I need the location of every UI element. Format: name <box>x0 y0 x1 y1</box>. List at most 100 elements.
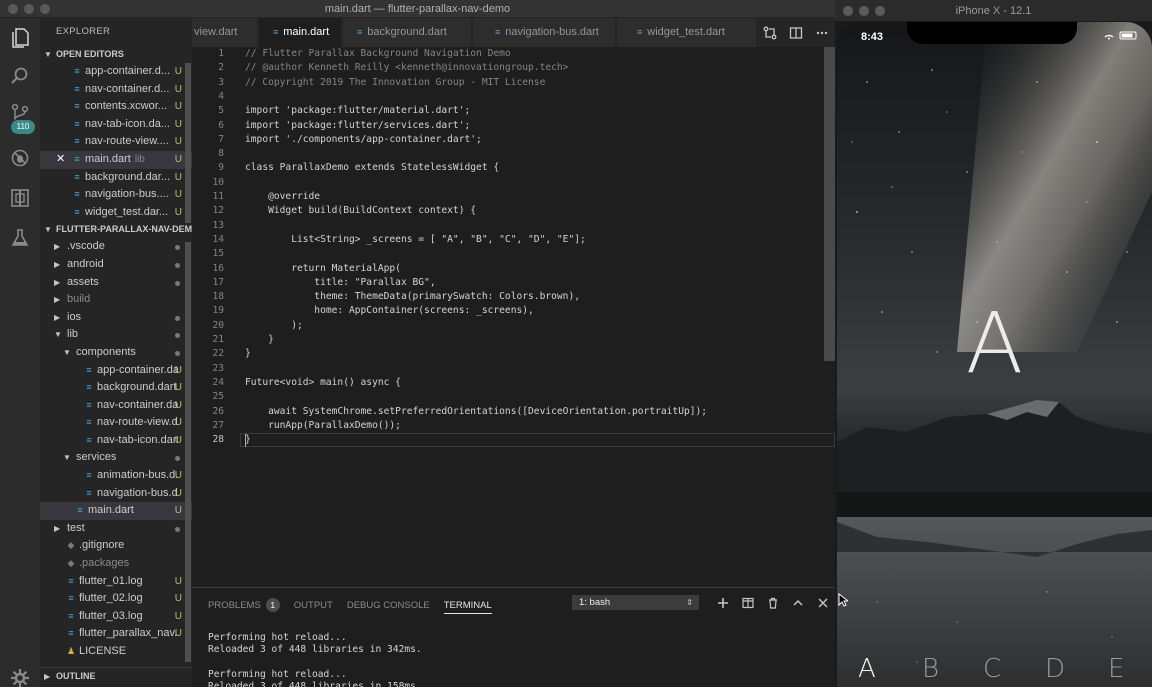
terminal-select[interactable]: 1: bash ⇕ <box>572 595 699 610</box>
code-text: } <box>245 348 251 360</box>
search-icon[interactable] <box>8 64 32 88</box>
tree-file[interactable]: ≡ flutter_02.log U <box>40 590 192 608</box>
outline-header[interactable]: ▶ OUTLINE <box>40 667 192 684</box>
tree-file[interactable]: ≡ flutter_01.log U <box>40 573 192 591</box>
chevron-right-icon: ▶ <box>54 295 61 305</box>
split-terminal-icon[interactable] <box>735 593 760 613</box>
open-editors-header[interactable]: ▼ OPEN EDITORS <box>40 46 192 63</box>
code-line: 11 @override <box>192 190 835 204</box>
tree-file[interactable]: ≡ app-container.dart U <box>40 362 192 380</box>
new-terminal-icon[interactable] <box>710 593 735 613</box>
tree-folder[interactable]: ▶ ios <box>40 309 192 327</box>
tree-file[interactable]: ≡ flutter_parallax_nav... U <box>40 625 192 643</box>
tree-folder[interactable]: ▼ services <box>40 449 192 467</box>
code-text: import 'package:flutter/material.dart'; <box>245 105 471 117</box>
file-name: app-container.d... <box>85 65 171 77</box>
flask-icon[interactable] <box>8 226 32 250</box>
nav-tab-e[interactable]: E <box>1108 654 1124 684</box>
tree-file[interactable]: ◆ .gitignore <box>40 537 192 555</box>
file-icon: ≡ <box>68 628 74 639</box>
open-editor-item[interactable]: ≡ background.dar... U <box>40 169 192 187</box>
code-line: 22} <box>192 347 835 361</box>
code-line: 4 <box>192 90 835 104</box>
nav-tab-b[interactable]: B <box>922 654 939 684</box>
tab-problems[interactable]: PROBLEMS 1 <box>208 598 280 614</box>
editor-scrollbar[interactable] <box>824 47 835 361</box>
trash-icon[interactable] <box>760 593 785 613</box>
tree-file[interactable]: ◆ .packages <box>40 555 192 573</box>
nav-tab-c[interactable]: C <box>983 654 1001 684</box>
ios-simulator: iPhone X - 12.1 8:43 A A B C D E <box>835 0 1152 687</box>
open-editor-item[interactable]: ≡ navigation-bus.... U <box>40 186 192 204</box>
tree-file[interactable]: ≡ flutter_03.log U <box>40 608 192 626</box>
file-tree-scrollbar[interactable] <box>185 242 191 662</box>
tab-view-dart[interactable]: view.dart <box>192 18 258 47</box>
open-editor-item[interactable]: ≡ widget_test.dar... U <box>40 204 192 222</box>
tree-folder[interactable]: ▶ android <box>40 256 192 274</box>
tree-file[interactable]: ≡ nav-tab-icon.dart U <box>40 432 192 450</box>
tab-background-dart[interactable]: ≡ background.dart <box>343 18 472 47</box>
extensions-icon[interactable] <box>8 186 32 210</box>
line-number: 21 <box>212 334 224 345</box>
file-name: navigation-bus.... <box>85 188 169 201</box>
tab-widget-test-dart[interactable]: ≡ widget_test.dart <box>617 18 757 47</box>
open-editor-item[interactable]: ✕ ≡ main.dart lib U <box>40 150 192 169</box>
tab-output[interactable]: OUTPUT <box>294 598 333 614</box>
tree-folder[interactable]: ▼ lib <box>40 326 192 344</box>
split-editor-icon[interactable] <box>783 18 809 47</box>
file-name: contents.xcwor... <box>85 100 167 113</box>
chevron-down-icon: ▼ <box>44 50 52 59</box>
tree-folder[interactable]: ▶ build <box>40 291 192 309</box>
project-header[interactable]: ▼ FLUTTER-PARALLAX-NAV-DEMO <box>40 221 192 238</box>
code-editor[interactable]: 1 // Flutter Parallax Background Navigati… <box>192 47 835 587</box>
tree-folder[interactable]: ▼ components <box>40 344 192 362</box>
dart-file-icon: ≡ <box>74 206 80 217</box>
dart-file-icon: ≡ <box>74 189 80 200</box>
open-editors-scrollbar[interactable] <box>185 63 191 223</box>
code-text: home: AppContainer(screens: _screens), <box>245 305 534 317</box>
line-number: 24 <box>212 376 224 388</box>
open-editor-item[interactable]: ≡ nav-container.d... U <box>40 81 192 99</box>
close-icon[interactable]: ✕ <box>56 151 65 169</box>
line-number: 18 <box>212 291 224 303</box>
tree-file[interactable]: ≡ nav-route-view.d... U <box>40 414 192 432</box>
open-editor-item[interactable]: ≡ app-container.d... U <box>40 63 192 81</box>
git-status-badge: U <box>174 434 182 446</box>
tab-terminal[interactable]: TERMINAL <box>443 598 492 614</box>
tree-folder[interactable]: ▶ .vscode <box>40 238 192 256</box>
chevron-right-icon: ▶ <box>54 259 61 269</box>
open-editor-item[interactable]: ≡ nav-tab-icon.da... U <box>40 116 192 134</box>
line-number: 22 <box>212 348 224 360</box>
tab-main-dart[interactable]: ≡ main.dart <box>259 18 342 47</box>
app-screen[interactable]: 8:43 A A B C D E <box>837 22 1152 687</box>
open-changes-icon[interactable] <box>757 18 783 47</box>
tree-folder[interactable]: ▶ assets <box>40 274 192 292</box>
tree-folder[interactable]: ▶ test <box>40 520 192 538</box>
tree-file[interactable]: ≡ main.dart U <box>40 502 192 520</box>
modified-dot <box>175 333 180 339</box>
tree-file[interactable]: ≡ animation-bus.d... U <box>40 467 192 485</box>
tree-file[interactable]: ≡ navigation-bus.d... U <box>40 485 192 503</box>
tree-file[interactable]: ≡ background.dart U <box>40 379 192 397</box>
tab-debug-console[interactable]: DEBUG CONSOLE <box>347 598 430 614</box>
line-number: 11 <box>212 191 224 202</box>
open-editor-item[interactable]: ≡ contents.xcwor... U <box>40 98 192 116</box>
debug-icon[interactable] <box>8 146 32 170</box>
open-editor-item[interactable]: ≡ nav-route-view.... U <box>40 133 192 151</box>
files-icon[interactable] <box>8 26 32 50</box>
settings-gear-icon[interactable] <box>8 666 32 687</box>
nav-tab-d[interactable]: D <box>1045 654 1065 684</box>
code-text: runApp(ParallaxDemo()); <box>245 419 401 431</box>
code-text: ); <box>245 319 303 331</box>
close-panel-icon[interactable] <box>810 593 835 613</box>
code-line: 10 <box>192 176 835 190</box>
tree-file[interactable]: ≡ nav-container.dart U <box>40 397 192 415</box>
code-line: 15 <box>192 247 835 261</box>
mouse-pointer-icon <box>838 592 850 610</box>
git-status-badge: U <box>174 189 182 201</box>
tab-navigation-bus-dart[interactable]: ≡ navigation-bus.dart <box>473 18 616 47</box>
more-actions-icon[interactable] <box>809 18 835 47</box>
maximize-panel-icon[interactable] <box>785 593 810 613</box>
nav-tab-a[interactable]: A <box>858 654 876 684</box>
tree-file[interactable]: ♟ LICENSE <box>40 643 192 661</box>
